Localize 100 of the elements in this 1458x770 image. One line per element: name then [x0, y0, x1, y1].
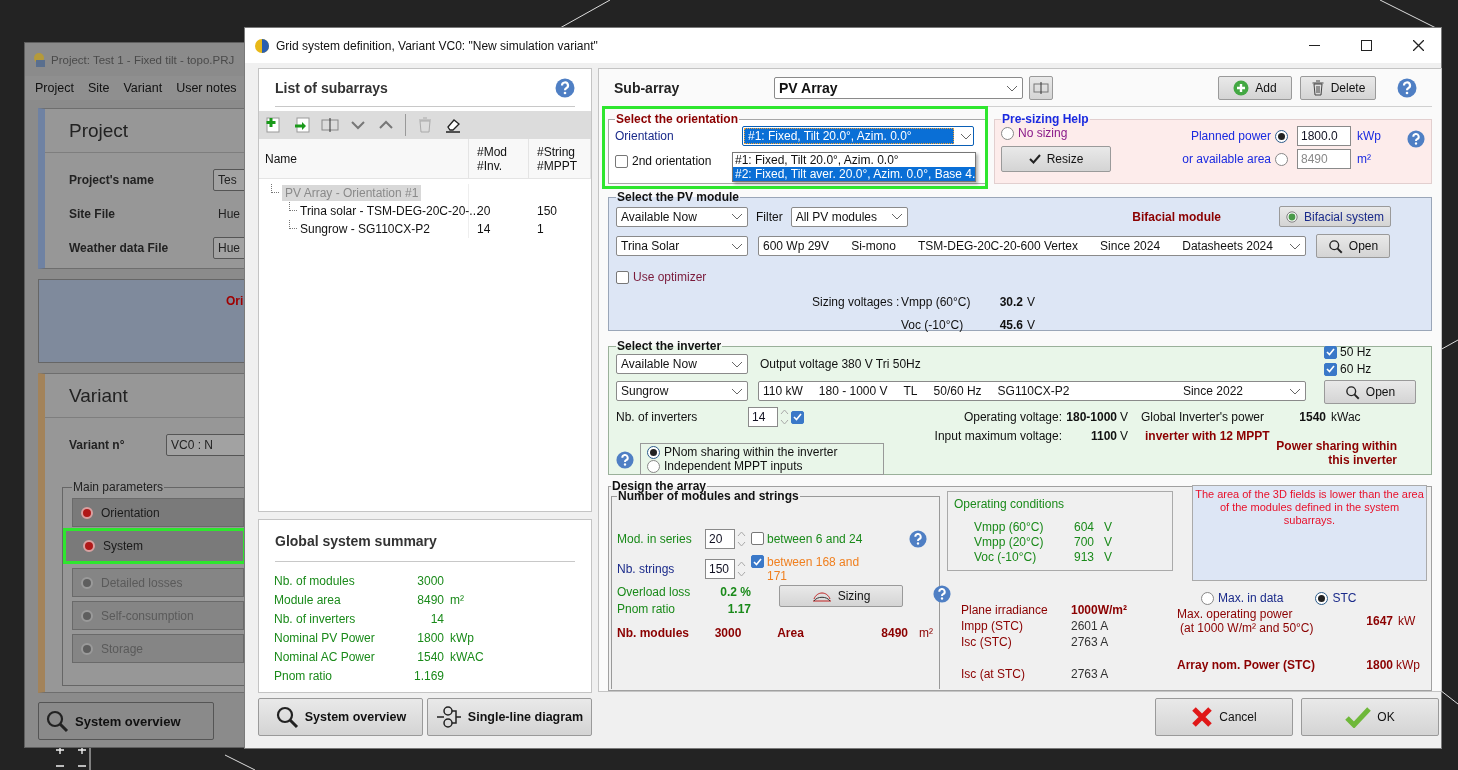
- unit: m²: [450, 593, 464, 607]
- dropdown-option[interactable]: #2: Fixed, Tilt aver. 20.0°, Azim. 0.0°, Base 4.: [733, 167, 975, 181]
- value: 8490: [416, 593, 444, 607]
- open-button[interactable]: Open: [1324, 380, 1416, 404]
- radio-button[interactable]: [647, 445, 660, 459]
- checkbox[interactable]: [751, 532, 764, 545]
- group-title: Select the PV module: [616, 190, 741, 204]
- delete-button[interactable]: Delete: [1300, 76, 1376, 100]
- group-title: Select the orientation: [615, 112, 740, 126]
- checkbox[interactable]: [615, 154, 628, 168]
- curve-icon: [811, 590, 832, 602]
- rename-icon[interactable]: [321, 116, 339, 134]
- radio-button[interactable]: [647, 459, 660, 473]
- rename-icon: [1033, 81, 1049, 95]
- subarray-select[interactable]: PV Array: [774, 77, 1023, 99]
- count-field[interactable]: 14: [748, 407, 778, 427]
- sizing-button[interactable]: Sizing: [779, 585, 903, 607]
- warning-text: The area of the 3D fields is lower than the area of the modules defined in the system subarrays.: [1195, 488, 1424, 527]
- checkbox[interactable]: [616, 270, 629, 284]
- checkbox[interactable]: [791, 410, 804, 424]
- open-button[interactable]: Open: [1316, 234, 1390, 258]
- help-icon[interactable]: [616, 451, 634, 469]
- table-cell-text: 150: [536, 204, 559, 218]
- label: Pnom ratio: [274, 669, 334, 683]
- filter-select[interactable]: All PV modules: [790, 206, 908, 227]
- value: 2763 A: [1071, 635, 1110, 649]
- model-spec: Since 2022: [1182, 384, 1243, 398]
- inverter-select[interactable]: 110 kW 180 - 1000 V TL 50/60 Hz SG110CX-P2 Since 2022: [758, 381, 1306, 401]
- availability-select[interactable]: Available Now: [616, 206, 748, 227]
- message-text: Ori: [226, 294, 244, 310]
- add-icon[interactable]: [265, 116, 283, 134]
- value: 913: [1074, 550, 1096, 564]
- help-icon[interactable]: [555, 77, 575, 98]
- value: 1.169: [412, 669, 444, 683]
- radio-button[interactable]: [1001, 126, 1014, 140]
- overview-button[interactable]: System overview: [258, 698, 423, 736]
- column-header[interactable]: #String #MPPT: [529, 139, 591, 178]
- nav-button[interactable]: Orientation: [72, 498, 244, 527]
- menu-item[interactable]: User notes: [176, 81, 237, 95]
- value-field[interactable]: 20: [705, 529, 735, 549]
- import-icon[interactable]: [293, 116, 311, 134]
- bifacial-button[interactable]: Bifacial system: [1279, 206, 1391, 227]
- manufacturer-select[interactable]: Trina Solar: [616, 236, 748, 256]
- maximize-icon: [1360, 40, 1372, 51]
- label: Overload loss: [617, 585, 692, 599]
- help-icon[interactable]: [1407, 130, 1425, 148]
- cancel-button[interactable]: Cancel: [1155, 698, 1293, 736]
- label: Isc (at STC): [961, 667, 1026, 681]
- menu-item[interactable]: Site: [87, 81, 110, 95]
- label: 50 Hz: [1340, 345, 1372, 359]
- radio-button[interactable]: [1275, 129, 1288, 143]
- help-icon[interactable]: [909, 530, 927, 548]
- resize-button[interactable]: Resize: [1001, 146, 1111, 172]
- column-header[interactable]: #Mod #Inv.: [469, 139, 529, 178]
- value-field[interactable]: 1800.0: [1297, 126, 1351, 146]
- dropdown-option[interactable]: #1: Fixed, Tilt 20.0°, Azim. 0.0°: [733, 153, 975, 167]
- checkbox[interactable]: [1324, 345, 1337, 359]
- value: 1540: [416, 650, 444, 664]
- label: 2nd orientation: [632, 154, 712, 168]
- rename-button[interactable]: [1029, 76, 1053, 100]
- value: 1540: [1298, 410, 1326, 424]
- orientation-select[interactable]: #1: Fixed, Tilt 20.0°, Azim. 0.0°: [742, 126, 974, 146]
- unit: m²: [918, 626, 933, 640]
- column-header[interactable]: Name: [259, 139, 469, 178]
- label: Site File: [69, 207, 116, 221]
- checkbox[interactable]: [751, 555, 764, 568]
- manufacturer-select[interactable]: Sungrow: [616, 381, 748, 401]
- overview-button[interactable]: System overview: [38, 702, 214, 740]
- label: Independent MPPT inputs: [664, 459, 803, 473]
- label: Planned power: [1189, 129, 1271, 143]
- model-spec: SG110CX-P2: [997, 384, 1070, 398]
- model-spec: TSM-DEG-20C-20-600 Vertex: [917, 239, 1078, 253]
- help-icon[interactable]: [1397, 78, 1417, 98]
- availability-select[interactable]: Available Now: [616, 354, 748, 374]
- unit: kWac: [1330, 410, 1362, 424]
- radio-button[interactable]: [1315, 591, 1329, 605]
- check-icon: [1028, 154, 1041, 164]
- module-select[interactable]: 600 Wp 29V Si-mono TSM-DEG-20C-20-600 Vertex Since 2024 Datasheets 2024: [758, 236, 1306, 256]
- label: STC: [1332, 591, 1357, 605]
- label: Global Inverter's power: [1140, 410, 1265, 424]
- value: 1800: [416, 631, 444, 645]
- menu-item[interactable]: Project: [35, 81, 74, 95]
- value-field[interactable]: 150: [705, 559, 735, 579]
- group-title: Main parameters: [72, 480, 165, 494]
- close-icon: [1191, 706, 1214, 728]
- nav-button[interactable]: System: [63, 528, 246, 564]
- value: 1100: [1089, 429, 1117, 443]
- ok-button[interactable]: OK: [1301, 698, 1439, 736]
- help-icon[interactable]: [933, 585, 951, 603]
- radio-button[interactable]: [1201, 591, 1214, 605]
- model-spec: Si-mono: [851, 239, 896, 253]
- diagram-button[interactable]: Single-line diagram: [427, 698, 592, 736]
- menu-item[interactable]: Variant: [123, 81, 163, 95]
- unit: V: [1104, 520, 1113, 534]
- checkbox[interactable]: [1324, 362, 1337, 376]
- add-button[interactable]: Add: [1218, 76, 1292, 100]
- chevron-down-icon: [1006, 84, 1018, 92]
- section-title: Sub-array: [613, 80, 681, 96]
- note: Power sharing within this inverter: [1275, 439, 1397, 467]
- value: 30.2: [998, 295, 1023, 309]
